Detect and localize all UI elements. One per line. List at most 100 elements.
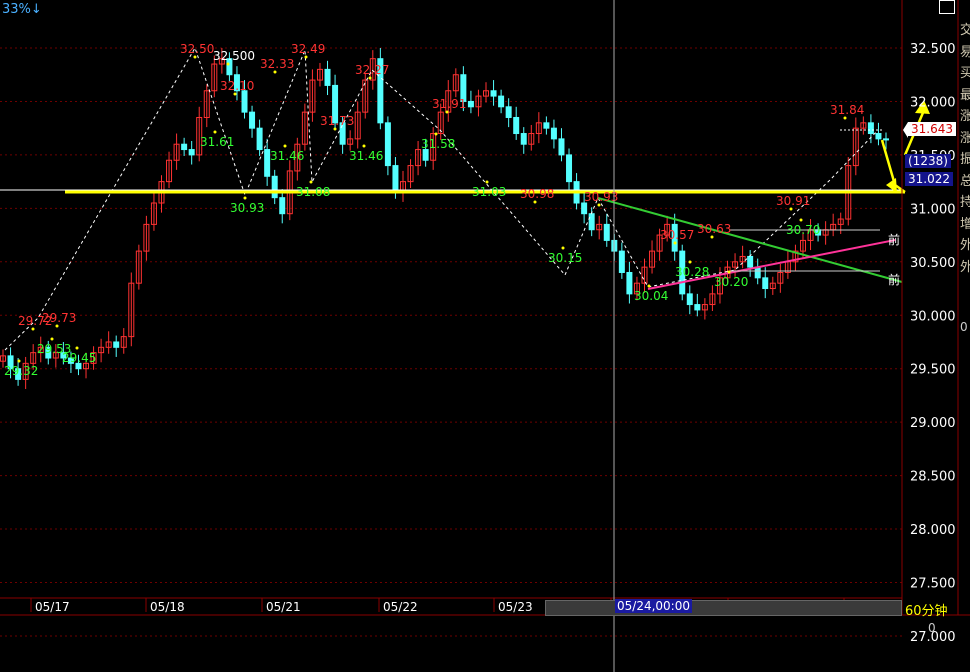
bottom-zero: 0 — [928, 621, 936, 635]
candle-body — [505, 106, 512, 118]
candle-body — [271, 175, 278, 199]
candle-body — [520, 133, 527, 145]
side-panel-item: 最 — [960, 87, 970, 103]
pivot-label: 32.33 — [260, 57, 294, 71]
candle-body — [498, 95, 505, 108]
side-panel: 交易买最涨涨振总持增外外 — [960, 20, 970, 278]
pivot-dot — [273, 70, 277, 74]
pivot-label: 30.93 — [230, 201, 264, 215]
pivot-label: 30.98 — [520, 187, 554, 201]
candle-body — [566, 154, 573, 183]
pivot-dot — [799, 218, 803, 222]
pivot-dot — [243, 196, 247, 200]
pivot-dot — [688, 260, 692, 264]
pivot-label: 30.57 — [660, 228, 694, 242]
price-tick-9: 28.000 — [910, 523, 956, 538]
side-panel-item: 增 — [960, 216, 970, 232]
pivot-dot — [445, 110, 449, 114]
side-panel-item: 涨 — [960, 130, 970, 146]
side-zero: 0 — [960, 320, 968, 334]
price-tick-5: 30.000 — [910, 309, 956, 324]
pivot-label: 31.73 — [320, 114, 354, 128]
pivot-label: 30.63 — [697, 222, 731, 236]
pivot-label: 32.500 — [213, 49, 255, 63]
pivot-label: 30.20 — [714, 275, 748, 289]
price-chart[interactable]: 29.7229.7329.3229.5329.4532.5032.50032.1… — [0, 0, 970, 672]
candle-body — [762, 277, 769, 290]
candle-body — [626, 271, 633, 295]
pivot-dot — [727, 270, 731, 274]
candle-body — [384, 122, 391, 167]
pivot-dot — [283, 144, 287, 148]
pivot-dot — [710, 235, 714, 239]
price-tick-10: 27.500 — [910, 577, 956, 592]
pivot-label: 31.61 — [200, 135, 234, 149]
side-panel-item: 买 — [960, 66, 970, 81]
side-panel-item: 持 — [960, 195, 970, 210]
pivot-dot — [55, 324, 59, 328]
pivot-label: 32.49 — [291, 42, 325, 56]
pivot-dot — [226, 62, 230, 66]
candle-body — [581, 202, 588, 215]
pivot-dot — [597, 203, 601, 207]
price-tick-7: 29.000 — [910, 416, 956, 431]
candle-body — [241, 90, 248, 113]
trend-tag-b: 前 — [888, 273, 901, 287]
pivot-dot — [533, 200, 537, 204]
date-tick-0: 05/17 — [35, 600, 70, 614]
pivot-dot — [31, 327, 35, 331]
candle-body — [618, 250, 625, 273]
side-panel-item: 涨 — [960, 109, 970, 124]
pivot-label: 32.27 — [355, 63, 389, 77]
side-panel-item: 外 — [960, 259, 970, 275]
pivot-label: 31.08 — [296, 185, 330, 199]
price-tick-0: 32.500 — [910, 42, 956, 57]
candle-body — [467, 100, 474, 108]
price-tick-3: 31.000 — [910, 202, 956, 217]
candle-body — [867, 122, 874, 135]
price-tick-8: 28.500 — [910, 470, 956, 485]
pivot-dot — [309, 180, 313, 184]
pivot-dot — [843, 116, 847, 120]
settings-box-icon[interactable] — [939, 0, 955, 14]
candle-body — [324, 68, 331, 86]
indicator-text: 33%↓ — [2, 2, 42, 17]
pivot-dot — [333, 127, 337, 131]
candle-body — [392, 165, 399, 193]
period-label[interactable]: 60分钟 — [905, 600, 948, 619]
date-tick-2: 05/21 — [266, 600, 301, 614]
candle-body — [550, 127, 557, 140]
candle-body — [113, 341, 120, 348]
pivot-label: 30.70 — [786, 223, 820, 237]
candle-body — [543, 122, 550, 129]
pivot-dot — [304, 55, 308, 59]
candle-body — [422, 149, 429, 161]
candle-body — [883, 138, 889, 141]
candle-body — [558, 138, 565, 156]
pivot-label: 30.91 — [776, 194, 810, 208]
candle-body — [279, 197, 286, 215]
pivot-dot — [17, 359, 21, 363]
candle-body — [875, 133, 882, 140]
pivot-dot — [789, 207, 793, 211]
candle-body — [513, 116, 520, 135]
pivot-dot — [362, 144, 366, 148]
pivot-label: 30.28 — [675, 265, 709, 279]
timeline-scrollbar[interactable] — [545, 600, 902, 616]
candle-body — [181, 143, 188, 151]
side-panel-item: 易 — [960, 44, 970, 60]
zigzag-line — [4, 46, 879, 351]
pivot-dot — [368, 76, 372, 80]
pivot-dot — [673, 241, 677, 245]
pivot-label: 29.45 — [62, 351, 96, 365]
pivot-label: 29.73 — [42, 311, 76, 325]
side-panel-item: 振 — [960, 152, 970, 167]
trend-tag-a: 前 — [888, 233, 901, 247]
candle-body — [588, 213, 595, 231]
pivot-dot — [561, 246, 565, 250]
axes: 32.50032.00031.50031.00030.50030.00029.5… — [0, 0, 970, 672]
pivot-label: 32.10 — [220, 79, 254, 93]
pivot-label: 31.03 — [472, 185, 506, 199]
pivot-dot — [434, 132, 438, 136]
pivot-label: 30.15 — [548, 251, 582, 265]
